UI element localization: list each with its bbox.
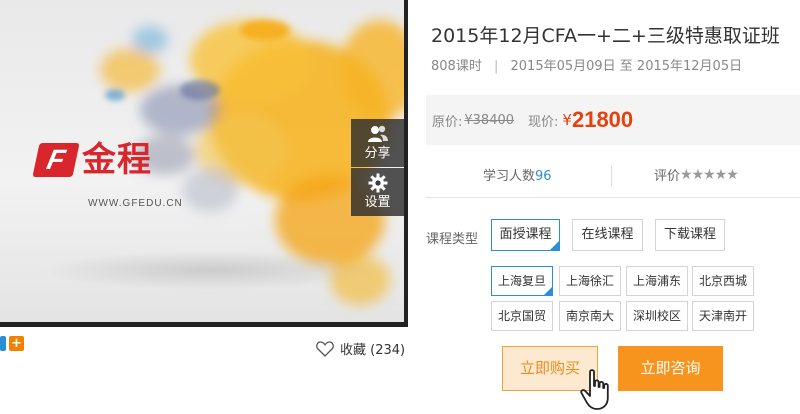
social-icon[interactable]: [0, 336, 6, 351]
rating: 评价 ★★★★★: [654, 165, 739, 185]
location-shanghai-fudan[interactable]: 上海复旦: [491, 266, 553, 296]
brand-logo: F 金程: [32, 140, 152, 180]
currency-symbol: ¥: [562, 111, 572, 129]
course-meta: 808课时 | 2015年05月09日 至 2015年12月05日: [431, 55, 742, 74]
course-stats: 学习人数96 评价 ★★★★★: [426, 152, 800, 198]
meta-separator: |: [493, 59, 499, 74]
settings-button[interactable]: 设置: [351, 168, 404, 216]
current-price: 21800: [571, 107, 634, 132]
video-player[interactable]: F 金程 WWW.GFEDU.CN 分享 设置: [0, 0, 406, 327]
course-date-range: 2015年05月09日 至 2015年12月05日: [510, 59, 743, 74]
location-shenzhen[interactable]: 深圳校区: [626, 301, 688, 331]
favorite-button[interactable]: 收藏 (234): [316, 339, 405, 358]
social-share-icons: +: [0, 336, 27, 351]
consult-now-button[interactable]: 立即咨询: [618, 346, 723, 391]
course-type-label: 课程类型: [426, 232, 479, 247]
learners-count: 学习人数96: [483, 165, 552, 184]
share-label: 分享: [364, 146, 391, 161]
logo-text: 金程: [82, 140, 152, 180]
video-edge-right: [404, 0, 408, 327]
course-hours: 808课时: [431, 59, 482, 74]
location-shanghai-pudong[interactable]: 上海浦东: [626, 266, 688, 296]
plus-icon[interactable]: +: [9, 336, 24, 351]
people-icon: [351, 124, 404, 146]
rating-label: 评价: [654, 169, 681, 184]
original-price: ¥38400: [464, 112, 515, 128]
location-nanjing-nanda[interactable]: 南京南大: [559, 301, 621, 331]
original-price-label: 原价:: [432, 114, 463, 130]
location-tianjin-nankai[interactable]: 天津南开: [692, 301, 754, 331]
location-shanghai-xuhui[interactable]: 上海徐汇: [559, 266, 621, 296]
settings-label: 设置: [364, 195, 391, 210]
hand-pointer-icon: [580, 369, 609, 410]
price-box: 原价: ¥38400 现价: ¥ 21800: [426, 95, 800, 145]
course-type-in-person[interactable]: 面授课程: [491, 219, 560, 251]
gear-icon: [351, 173, 404, 195]
share-button[interactable]: 分享: [351, 119, 404, 167]
course-title: 2015年12月CFA一+二+三级特惠取证班: [431, 25, 780, 47]
course-type-online[interactable]: 在线课程: [572, 219, 643, 251]
heart-icon: [316, 340, 334, 357]
current-price-label: 现价:: [528, 114, 559, 130]
floor-shadow: [40, 250, 380, 290]
learners-number: 96: [535, 169, 552, 184]
course-type-download[interactable]: 下载课程: [655, 219, 725, 251]
learners-label: 学习人数: [483, 169, 536, 184]
stats-divider: [611, 166, 612, 186]
logo-mark: F: [32, 143, 80, 177]
location-beijing-guomao[interactable]: 北京国贸: [491, 301, 553, 331]
logo-url: WWW.GFEDU.CN: [88, 198, 183, 209]
star-icons: ★★★★★: [680, 166, 739, 183]
video-edge-bottom: [0, 322, 406, 327]
location-beijing-xicheng[interactable]: 北京西城: [692, 266, 754, 296]
favorite-label: 收藏 (234): [340, 343, 406, 358]
